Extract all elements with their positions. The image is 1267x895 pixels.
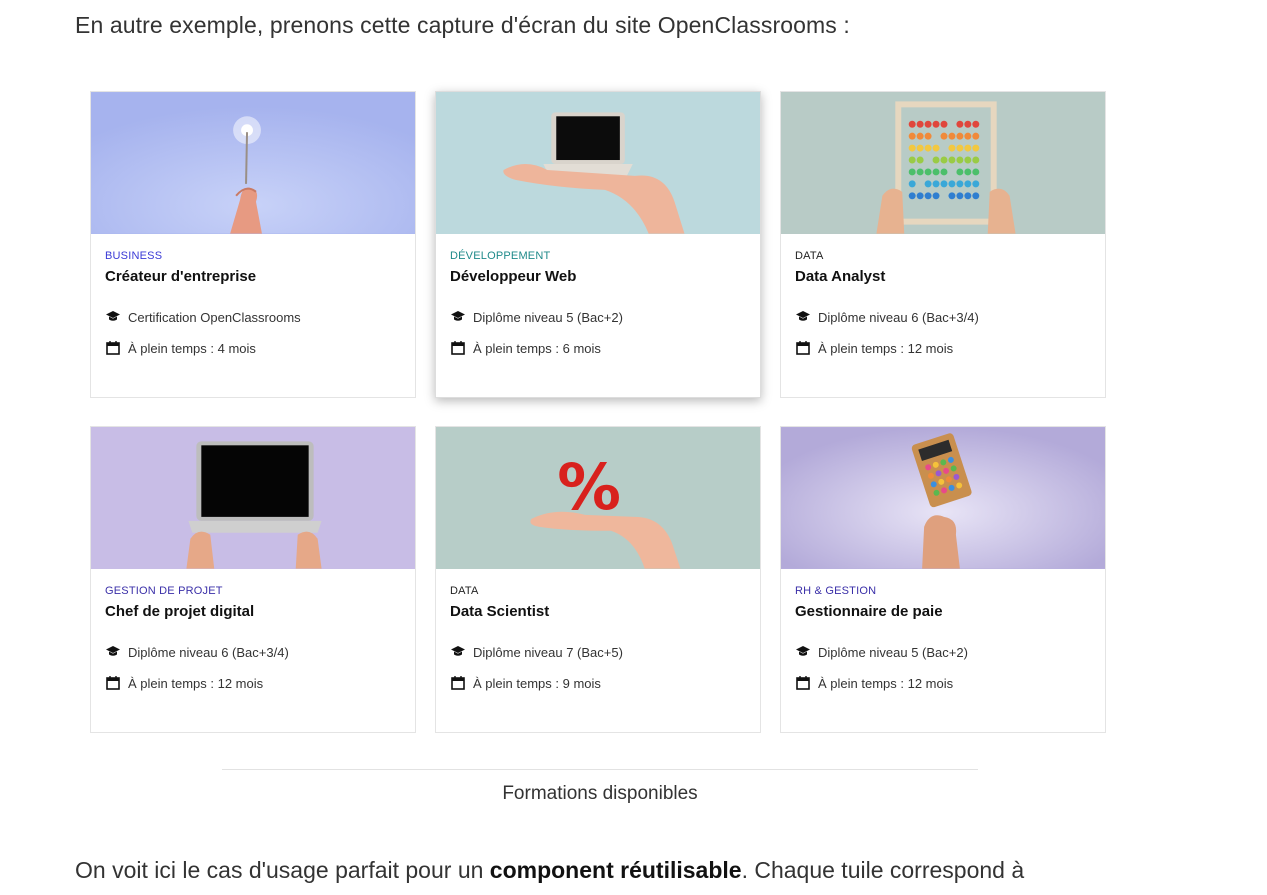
card-category: DATA: [795, 250, 824, 262]
duration-text: À plein temps : 9 mois: [473, 675, 601, 691]
card-image: [436, 92, 760, 234]
figure-caption: Formations disponibles: [502, 783, 698, 804]
course-card[interactable]: RH & GESTION Gestionnaire de paie Diplôm…: [780, 426, 1106, 733]
course-card[interactable]: GESTION DE PROJET Chef de projet digital…: [90, 426, 416, 733]
credential-text: Diplôme niveau 5 (Bac+2): [473, 309, 623, 325]
card-duration: À plein temps : 12 mois: [795, 673, 1091, 693]
card-credential: Diplôme niveau 5 (Bac+2): [795, 642, 1091, 662]
card-image: [91, 427, 415, 569]
calendar-icon: [450, 340, 466, 356]
sparkler-hand-illustration: [91, 92, 415, 234]
abacus-hands-illustration: [781, 92, 1105, 234]
card-category: DÉVELOPPEMENT: [450, 250, 551, 262]
card-image: [91, 92, 415, 234]
card-category: DATA: [450, 585, 479, 597]
card-category: RH & GESTION: [795, 585, 877, 597]
card-category: BUSINESS: [105, 250, 163, 262]
calendar-icon: [105, 675, 121, 691]
duration-text: À plein temps : 12 mois: [128, 675, 264, 691]
card-category: GESTION DE PROJET: [105, 585, 223, 597]
intro-paragraph: En autre exemple, prenons cette capture …: [75, 12, 850, 38]
card-title: Chef de projet digital: [105, 603, 255, 620]
outro-text-before: On voit ici le cas d'usage parfait pour …: [75, 857, 490, 883]
mini-laptop-hand-illustration: [436, 92, 760, 234]
card-credential: Diplôme niveau 6 (Bac+3/4): [105, 642, 401, 662]
course-card[interactable]: % DATA Data Scientist Diplôme niveau 7 (…: [435, 426, 761, 733]
card-credential: Diplôme niveau 6 (Bac+3/4): [795, 307, 1091, 327]
caption-divider: [222, 769, 978, 770]
card-duration: À plein temps : 9 mois: [450, 673, 746, 693]
graduation-cap-icon: [105, 309, 121, 325]
duration-text: À plein temps : 4 mois: [128, 340, 256, 356]
outro-paragraph: On voit ici le cas d'usage parfait pour …: [75, 857, 1024, 884]
course-card[interactable]: DATA Data Analyst Diplôme niveau 6 (Bac+…: [780, 91, 1106, 398]
calendar-icon: [795, 340, 811, 356]
duration-text: À plein temps : 6 mois: [473, 340, 601, 356]
card-title: Data Scientist: [450, 603, 550, 620]
outro-bold-text: component réutilisable: [489, 857, 742, 883]
card-title: Développeur Web: [450, 268, 577, 285]
graduation-cap-icon: [795, 644, 811, 660]
credential-text: Diplôme niveau 7 (Bac+5): [473, 644, 623, 660]
credential-text: Diplôme niveau 6 (Bac+3/4): [128, 644, 289, 660]
graduation-cap-icon: [450, 309, 466, 325]
card-image: [781, 92, 1105, 234]
card-image: %: [436, 427, 760, 569]
card-title: Gestionnaire de paie: [795, 603, 943, 620]
graduation-cap-icon: [795, 309, 811, 325]
card-image: [781, 427, 1105, 569]
calculator-hand-illustration: [781, 427, 1105, 569]
credential-text: Diplôme niveau 6 (Bac+3/4): [818, 309, 979, 325]
graduation-cap-icon: [450, 644, 466, 660]
calendar-icon: [795, 675, 811, 691]
laptop-hands-illustration: [91, 427, 415, 569]
card-credential: Certification OpenClassrooms: [105, 307, 401, 327]
card-duration: À plein temps : 4 mois: [105, 338, 401, 358]
course-card[interactable]: DÉVELOPPEMENT Développeur Web Diplôme ni…: [435, 91, 761, 398]
course-card[interactable]: BUSINESS Créateur d'entreprise Certifica…: [90, 91, 416, 398]
card-title: Créateur d'entreprise: [105, 268, 257, 285]
duration-text: À plein temps : 12 mois: [818, 340, 954, 356]
card-duration: À plein temps : 12 mois: [795, 338, 1091, 358]
outro-text-after: . Chaque tuile correspond à: [741, 857, 1025, 883]
calendar-icon: [105, 340, 121, 356]
card-duration: À plein temps : 6 mois: [450, 338, 746, 358]
calendar-icon: [450, 675, 466, 691]
card-credential: Diplôme niveau 7 (Bac+5): [450, 642, 746, 662]
percent-hand-illustration: %: [436, 427, 760, 569]
card-duration: À plein temps : 12 mois: [105, 673, 401, 693]
credential-text: Certification OpenClassrooms: [128, 309, 301, 325]
card-credential: Diplôme niveau 5 (Bac+2): [450, 307, 746, 327]
course-card-grid: BUSINESS Créateur d'entreprise Certifica…: [90, 91, 1106, 733]
duration-text: À plein temps : 12 mois: [818, 675, 954, 691]
graduation-cap-icon: [105, 644, 121, 660]
credential-text: Diplôme niveau 5 (Bac+2): [818, 644, 968, 660]
card-title: Data Analyst: [795, 268, 886, 285]
